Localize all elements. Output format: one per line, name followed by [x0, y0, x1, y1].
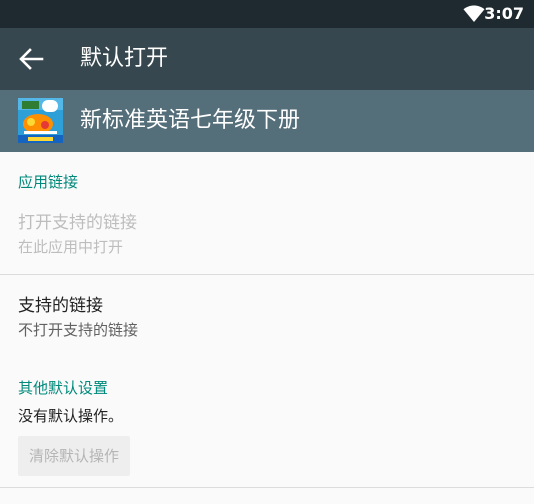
app-header: 新标准英语七年级下册: [0, 90, 534, 152]
section-title-other-defaults: 其他默认设置: [18, 379, 109, 397]
pref-supported-links[interactable]: 支持的链接 不打开支持的链接: [0, 288, 534, 354]
pref-open-supported-links-title: 打开支持的链接: [18, 213, 137, 233]
wifi-icon: [463, 5, 485, 22]
status-time: 3:07: [484, 4, 524, 23]
pref-open-supported-links: 打开支持的链接 在此应用中打开: [0, 205, 534, 273]
pref-supported-links-title: 支持的链接: [18, 296, 103, 316]
divider-bottom: [0, 487, 534, 488]
pref-open-supported-links-summary: 在此应用中打开: [18, 238, 124, 256]
clear-defaults-button[interactable]: 清除默认操作: [18, 436, 130, 476]
page-title: 默认打开: [80, 46, 169, 71]
app-bar: 默认打开: [0, 28, 534, 90]
back-arrow-icon[interactable]: [18, 47, 44, 71]
divider: [0, 274, 534, 275]
app-book-icon: [18, 98, 63, 143]
pref-supported-links-summary: 不打开支持的链接: [18, 321, 139, 339]
status-bar: 3:07: [0, 0, 534, 28]
other-defaults-summary: 没有默认操作。: [18, 407, 124, 425]
app-name: 新标准英语七年级下册: [80, 108, 301, 133]
section-title-app-links: 应用链接: [18, 173, 79, 191]
